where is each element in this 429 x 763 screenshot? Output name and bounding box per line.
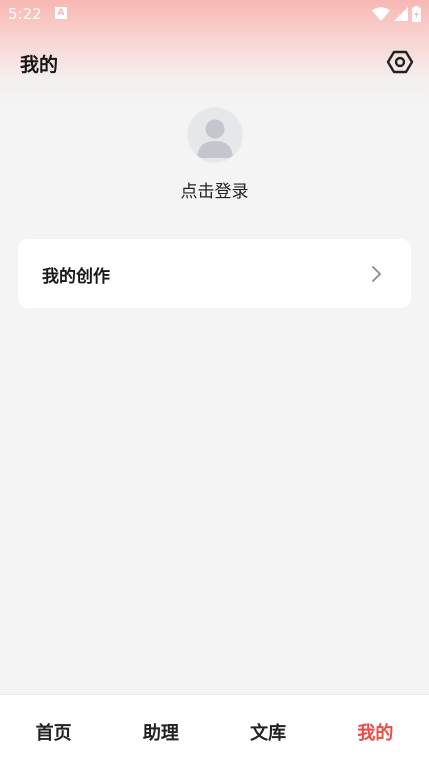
login-link[interactable]: 点击登录 [0,177,429,202]
signal-icon [394,7,408,21]
user-placeholder-icon [197,119,233,158]
nav-assistant[interactable]: 助理 [107,695,214,763]
my-creations-item[interactable]: 我的创作 [18,239,411,308]
page-title: 我的 [20,54,59,76]
status-time: 5:22 [8,5,42,23]
notification-a-icon: A [55,7,67,19]
avatar[interactable] [187,107,243,163]
settings-button[interactable] [386,48,414,76]
wifi-icon [372,7,390,21]
settings-icon [386,50,414,74]
nav-home[interactable]: 首页 [0,695,107,763]
battery-icon [412,6,421,22]
nav-profile[interactable]: 我的 [322,695,429,763]
status-bar: 5:22 A [0,0,429,30]
nav-library[interactable]: 文库 [215,695,322,763]
bottom-nav: 首页 助理 文库 我的 [0,694,429,763]
my-creations-label: 我的创作 [42,267,110,287]
chevron-right-icon [372,266,381,282]
status-icons [372,5,421,23]
